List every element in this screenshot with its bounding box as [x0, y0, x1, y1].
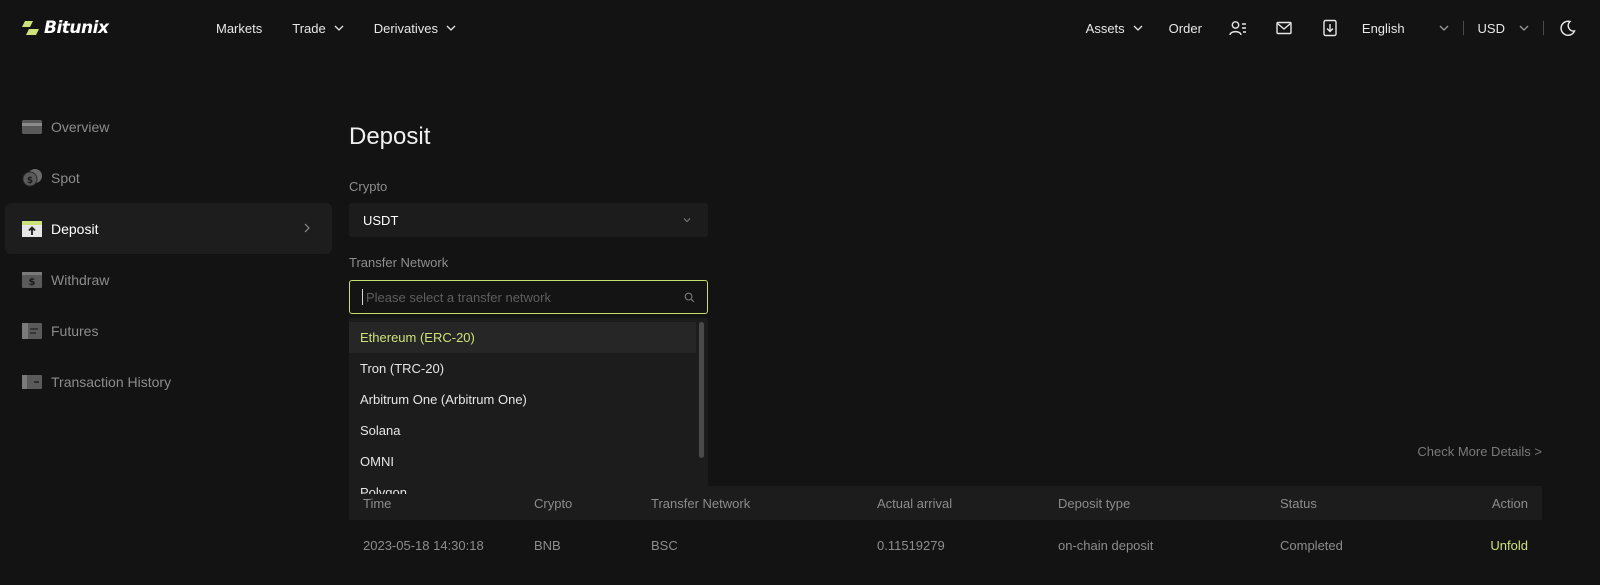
chevron-down-icon: [1439, 25, 1449, 31]
svg-text:$: $: [29, 277, 36, 288]
network-options-list: Ethereum (ERC-20) Tron (TRC-20) Arbitrum…: [349, 322, 696, 494]
nav-assets-label: Assets: [1085, 20, 1125, 36]
table-row: 2023-05-18 14:30:18 BNB BSC 0.11519279 o…: [349, 528, 1542, 562]
transfer-network-dropdown: Ethereum (ERC-20) Tron (TRC-20) Arbitrum…: [349, 318, 708, 494]
chevron-down-icon: [1133, 25, 1143, 31]
network-option-ethereum[interactable]: Ethereum (ERC-20): [349, 322, 696, 353]
moon-icon-glyph: [1560, 20, 1576, 36]
sidebar-item-withdraw[interactable]: $ Withdraw: [5, 254, 332, 305]
nav-order[interactable]: Order: [1169, 21, 1202, 36]
primary-nav: Markets Trade Derivatives: [216, 0, 456, 56]
sidebar-item-label: Futures: [51, 322, 99, 339]
crypto-select-value: USDT: [363, 212, 399, 228]
column-header-deposit-type: Deposit type: [1058, 496, 1131, 511]
currency-label: USD: [1477, 20, 1505, 36]
cell-crypto: BNB: [534, 538, 561, 553]
nav-trade-label: Trade: [292, 20, 326, 36]
user-icon-glyph: [1229, 21, 1246, 36]
download-icon[interactable]: [1320, 18, 1340, 38]
deposit-icon: [22, 220, 42, 237]
chevron-down-icon: [446, 25, 456, 31]
crypto-label: Crypto: [349, 179, 388, 194]
column-header-status: Status: [1280, 496, 1317, 511]
cell-status: Completed: [1280, 538, 1343, 553]
chevron-down-icon: [1519, 25, 1529, 31]
sidebar-item-futures[interactable]: Futures: [5, 305, 332, 356]
transfer-network-input[interactable]: [362, 289, 676, 305]
sidebar-item-label: Deposit: [51, 220, 99, 237]
nav-markets-label: Markets: [216, 20, 263, 36]
sidebar-item-spot[interactable]: $ Spot: [5, 152, 332, 203]
brand-logo[interactable]: Bitunix: [22, 16, 109, 40]
mail-icon-glyph: [1276, 21, 1292, 35]
svg-text:$: $: [27, 176, 33, 186]
transfer-network-field[interactable]: [349, 280, 708, 314]
nav-derivatives-label: Derivatives: [373, 20, 439, 36]
history-icon: [22, 374, 42, 389]
currency-selector[interactable]: USD: [1478, 21, 1529, 36]
nav-trade[interactable]: Trade: [292, 20, 344, 36]
nav-assets[interactable]: Assets: [1086, 21, 1143, 36]
top-navigation: Bitunix Markets Trade Derivatives Assets…: [0, 0, 1600, 56]
divider: [1462, 21, 1464, 35]
transfer-network-label: Transfer Network: [349, 255, 449, 270]
crypto-select[interactable]: USDT: [349, 203, 708, 237]
moon-icon[interactable]: [1558, 18, 1578, 38]
language-selector[interactable]: English: [1362, 21, 1449, 36]
mail-icon[interactable]: [1274, 18, 1294, 38]
column-header-time: Time: [363, 496, 392, 511]
sidebar-item-label: Transaction History: [51, 373, 172, 390]
futures-icon: [22, 322, 42, 339]
cell-actual-arrival: 0.11519279: [877, 538, 945, 553]
network-option-polygon[interactable]: Polygon: [349, 477, 696, 494]
divider: [1543, 21, 1544, 35]
page-title: Deposit: [349, 123, 431, 150]
dropdown-scrollbar[interactable]: [699, 322, 704, 458]
cell-deposit-type: on-chain deposit: [1058, 538, 1154, 553]
column-header-network: Transfer Network: [651, 496, 751, 511]
check-more-details-link[interactable]: Check More Details >: [1417, 444, 1542, 459]
download-icon-glyph: [1323, 19, 1337, 37]
column-header-actual-arrival: Actual arrival: [877, 496, 953, 511]
search-icon: [684, 292, 695, 302]
coins-icon: $: [22, 168, 42, 186]
network-option-solana[interactable]: Solana: [349, 415, 696, 446]
sidebar-item-label: Spot: [51, 169, 80, 186]
user-icon[interactable]: [1228, 18, 1248, 38]
nav-derivatives[interactable]: Derivatives: [374, 21, 456, 36]
network-option-arbitrum[interactable]: Arbitrum One (Arbitrum One): [349, 384, 696, 415]
bitunix-logo-icon: [22, 21, 39, 35]
column-header-action: Action: [1491, 496, 1528, 511]
nav-markets[interactable]: Markets: [216, 21, 262, 36]
sidebar-item-label: Overview: [51, 118, 110, 135]
nav-order-label: Order: [1168, 20, 1202, 36]
sidebar-item-deposit[interactable]: Deposit: [5, 203, 332, 254]
network-option-tron[interactable]: Tron (TRC-20): [349, 353, 696, 384]
card-icon: [22, 119, 42, 134]
chevron-right-icon: [304, 223, 310, 233]
sidebar-item-transaction-history[interactable]: Transaction History: [5, 356, 332, 407]
sidebar: Overview $ Spot Deposit $ Withdraw Futur…: [5, 101, 332, 407]
withdraw-icon: $: [22, 271, 42, 288]
brand-name: Bitunix: [44, 18, 109, 38]
chevron-down-icon: [683, 218, 691, 223]
sidebar-item-overview[interactable]: Overview: [5, 101, 332, 152]
secondary-nav: Assets Order English USD: [1086, 0, 1578, 56]
network-option-omni[interactable]: OMNI: [349, 446, 696, 477]
unfold-button[interactable]: Unfold: [1490, 538, 1528, 553]
cell-network: BSC: [651, 538, 678, 553]
sidebar-item-label: Withdraw: [51, 271, 110, 288]
language-label: English: [1361, 20, 1405, 36]
column-header-crypto: Crypto: [534, 496, 573, 511]
cell-time: 2023-05-18 14:30:18: [363, 538, 484, 553]
chevron-down-icon: [334, 25, 344, 31]
